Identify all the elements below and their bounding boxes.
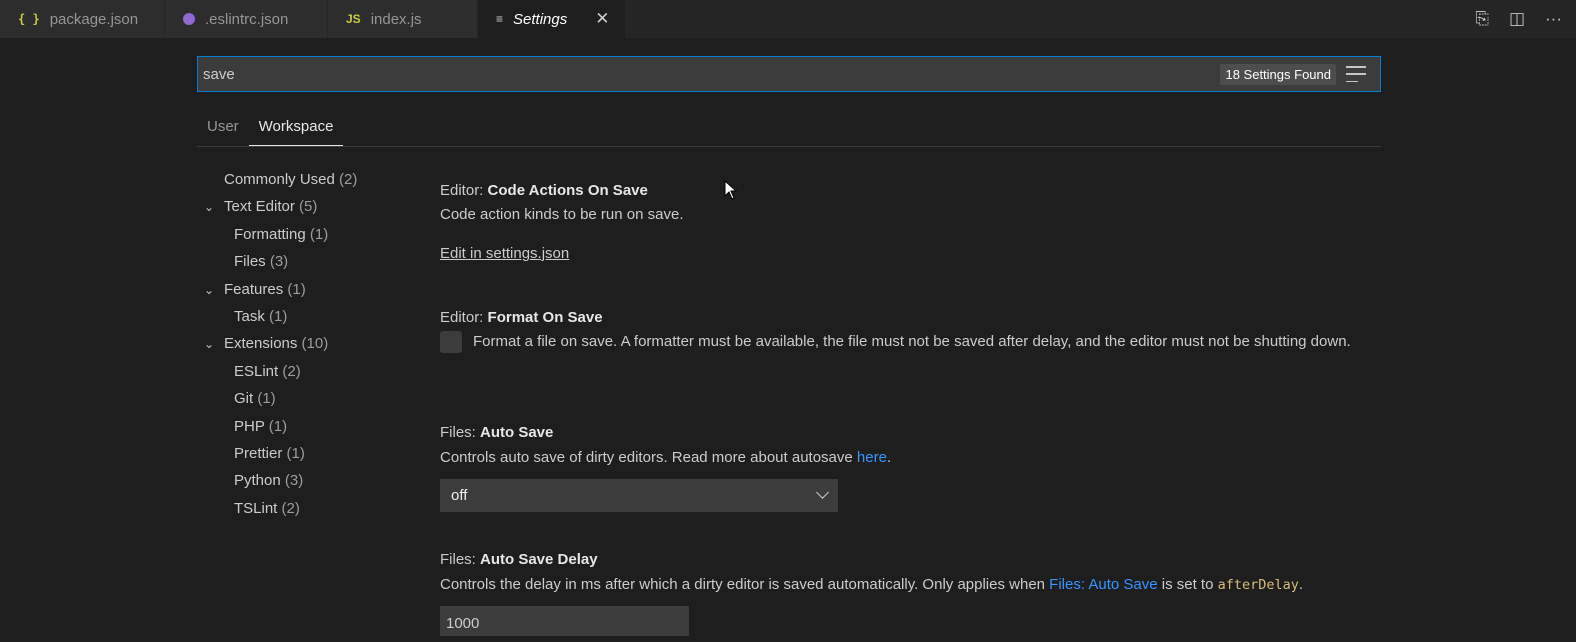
format-on-save-checkbox[interactable] bbox=[440, 331, 462, 353]
setting-description: Controls auto save of dirty editors. Rea… bbox=[440, 449, 892, 466]
toc-item-python[interactable]: Python (3) bbox=[200, 467, 420, 494]
chevron-down-icon: ⌄ bbox=[204, 200, 215, 215]
js-file-icon: JS bbox=[346, 12, 361, 26]
toc-item-git[interactable]: Git (1) bbox=[200, 385, 420, 412]
setting-title: Files: Auto Save Delay bbox=[440, 551, 598, 568]
auto-save-delay-input[interactable]: 1000 bbox=[440, 606, 689, 636]
editor-actions: ⎘ ◫ ··· bbox=[1475, 0, 1576, 38]
search-input[interactable] bbox=[198, 56, 1221, 92]
setting-title: Editor: Code Actions On Save bbox=[440, 182, 648, 199]
tab-label: Settings bbox=[513, 10, 568, 28]
toc-item-tslint[interactable]: TSLint (2) bbox=[200, 495, 420, 522]
chevron-down-icon: ⌄ bbox=[204, 282, 215, 297]
editor-tab-bar: { } package.json .eslintrc.json JS index… bbox=[0, 0, 1576, 38]
split-editor-icon[interactable]: ◫ bbox=[1509, 9, 1525, 29]
auto-save-select[interactable]: off bbox=[440, 479, 838, 512]
settings-file-icon: ≡ bbox=[496, 12, 504, 26]
mouse-pointer-icon bbox=[724, 180, 738, 200]
setting-title: Files: Auto Save bbox=[440, 424, 554, 441]
toc-item-formatting[interactable]: Formatting (1) bbox=[200, 221, 420, 248]
chevron-down-icon bbox=[816, 486, 829, 499]
setting-description: Format a file on save. A formatter must … bbox=[473, 333, 1351, 350]
close-icon[interactable]: ✕ bbox=[595, 9, 609, 29]
tab-user[interactable]: User bbox=[197, 108, 249, 146]
toc-item-php[interactable]: PHP (1) bbox=[200, 413, 420, 440]
edit-in-settings-json-link[interactable]: Edit in settings.json bbox=[440, 245, 569, 262]
tab-workspace[interactable]: Workspace bbox=[248, 108, 344, 146]
clear-filter-icon[interactable] bbox=[1346, 66, 1366, 82]
eslint-file-icon bbox=[183, 13, 195, 25]
tab-index-js[interactable]: JS index.js bbox=[328, 0, 478, 38]
toc-item-prettier[interactable]: Prettier (1) bbox=[200, 440, 420, 467]
tab-label: .eslintrc.json bbox=[205, 10, 289, 28]
setting-description: Code action kinds to be run on save. bbox=[440, 206, 684, 223]
setting-title: Editor: Format On Save bbox=[440, 309, 603, 326]
autosave-here-link[interactable]: here bbox=[857, 449, 887, 466]
tab-package-json[interactable]: { } package.json bbox=[0, 0, 165, 38]
toc-item-extensions[interactable]: ⌄ Extensions (10) bbox=[200, 330, 420, 357]
settings-search-box: 18 Settings Found bbox=[197, 56, 1381, 92]
toc-item-text-editor[interactable]: ⌄ Text Editor (5) bbox=[200, 193, 420, 220]
tab-settings[interactable]: ≡ Settings ✕ bbox=[478, 0, 626, 38]
more-actions-icon[interactable]: ··· bbox=[1545, 9, 1562, 29]
settings-scope-tabs: User Workspace bbox=[197, 108, 1381, 147]
tab-eslintrc-json[interactable]: .eslintrc.json bbox=[165, 0, 328, 38]
setting-description: Controls the delay in ms after which a d… bbox=[440, 576, 1304, 593]
results-count-badge: 18 Settings Found bbox=[1220, 63, 1336, 85]
json-file-icon: { } bbox=[18, 12, 40, 26]
chevron-down-icon: ⌄ bbox=[204, 337, 215, 352]
settings-toc: Commonly Used (2) ⌄ Text Editor (5) Forma… bbox=[200, 166, 420, 522]
tab-label: index.js bbox=[370, 10, 422, 28]
toc-item-features[interactable]: ⌄ Features (1) bbox=[200, 276, 420, 303]
open-settings-json-icon[interactable]: ⎘ bbox=[1475, 9, 1489, 29]
toc-item-eslint[interactable]: ESLint (2) bbox=[200, 358, 420, 385]
files-auto-save-link[interactable]: Files: Auto Save bbox=[1049, 576, 1157, 593]
toc-item-task[interactable]: Task (1) bbox=[200, 303, 420, 330]
toc-item-files[interactable]: Files (3) bbox=[200, 248, 420, 275]
toc-item-commonly-used[interactable]: Commonly Used (2) bbox=[200, 166, 420, 193]
tab-label: package.json bbox=[49, 10, 139, 28]
